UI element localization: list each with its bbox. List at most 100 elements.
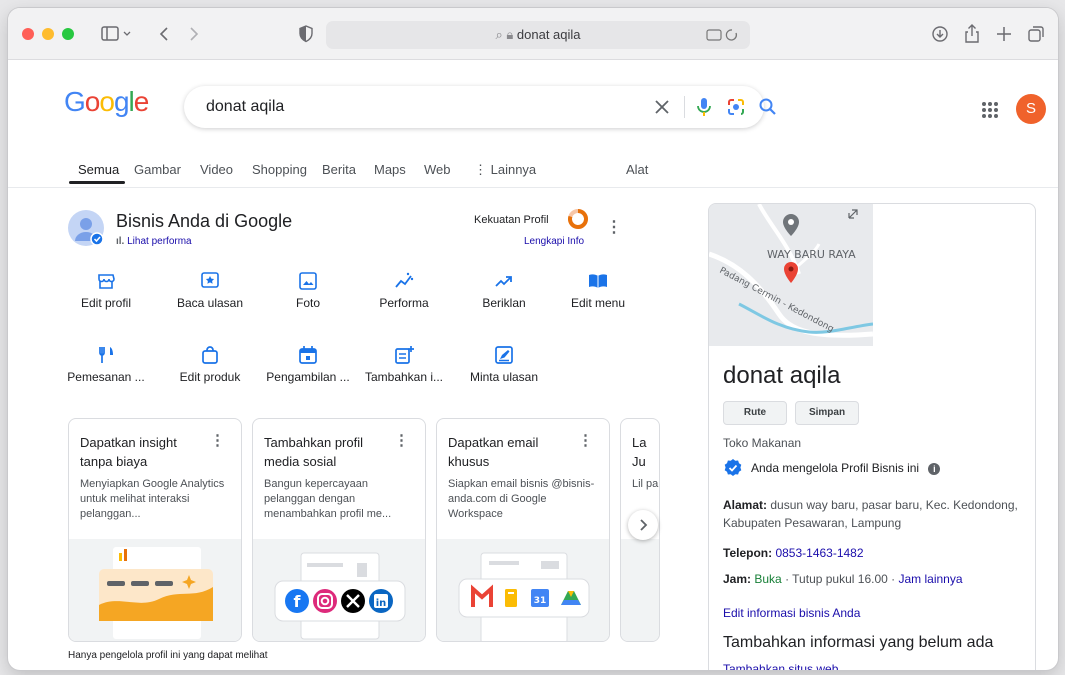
action-label: Pemesanan ... — [67, 370, 145, 384]
search-box[interactable]: donat aqila — [184, 86, 776, 128]
action-ask-reviews[interactable]: Minta ulasan — [458, 344, 550, 384]
search-input[interactable]: donat aqila — [206, 86, 284, 128]
active-tab-indicator — [69, 181, 125, 184]
lens-search-icon[interactable] — [724, 95, 748, 119]
clear-search-icon[interactable] — [650, 95, 674, 119]
tab-lainnya[interactable]: ⋮ Lainnya — [474, 162, 536, 178]
insight-card[interactable]: Dapatkan insight tanpa biaya ⋮ Menyiapka… — [68, 418, 242, 642]
add-website-link[interactable]: Tambahkan situs web — [723, 660, 1029, 670]
tab-berita[interactable]: Berita — [322, 162, 356, 177]
profile-avatar — [68, 210, 104, 246]
card-more-icon[interactable]: ⋮ — [578, 431, 593, 449]
action-performance[interactable]: Performa — [358, 270, 450, 310]
action-label: Performa — [379, 296, 429, 310]
action-label: Minta ulasan — [469, 370, 539, 384]
google-logo[interactable]: Google — [64, 86, 149, 118]
map-area-label: WAY BARU RAYA — [767, 248, 856, 261]
close-window-button[interactable] — [22, 28, 34, 40]
tab-overview-icon[interactable] — [1026, 22, 1046, 46]
restaurant-icon — [95, 344, 117, 366]
download-icon[interactable] — [930, 22, 950, 46]
action-label: Edit profil — [80, 296, 132, 310]
profile-more-icon[interactable]: ⋮ — [606, 220, 622, 236]
logo-letter: o — [84, 86, 101, 117]
card-description: Siapkan email bisnis @bisnis-anda.com di… — [448, 478, 595, 520]
svg-text:31: 31 — [534, 596, 547, 606]
hours-label: Jam: — [723, 572, 752, 586]
action-photos[interactable]: Foto — [262, 270, 354, 310]
card-title: Tambahkan profil media sosial — [264, 435, 363, 469]
view-performance-label: Lihat performa — [127, 236, 192, 247]
add-post-icon — [393, 344, 415, 366]
tab-maps[interactable]: Maps — [374, 162, 406, 177]
shopping-bag-icon — [199, 344, 221, 366]
info-icon[interactable]: i — [928, 463, 941, 475]
trend-icon — [493, 270, 515, 292]
search-icon[interactable] — [756, 95, 780, 119]
browser-toolbar: ⌕ 🔒︎ donat aqila — [8, 8, 1058, 60]
tab-alat[interactable]: Alat — [626, 162, 648, 177]
card-title: Dapatkan insight tanpa biaya — [80, 435, 177, 469]
action-pickup[interactable]: Pengambilan ... — [262, 344, 354, 384]
custom-email-card[interactable]: Dapatkan email khusus ⋮ Siapkan email bi… — [436, 418, 610, 642]
tab-shopping[interactable]: Shopping — [252, 162, 307, 177]
request-review-icon — [493, 344, 515, 366]
back-icon[interactable] — [154, 22, 174, 46]
action-edit-profile[interactable]: Edit profil — [60, 270, 152, 310]
action-edit-menu[interactable]: Edit menu — [552, 270, 644, 310]
forward-icon[interactable] — [184, 22, 204, 46]
social-profile-card[interactable]: Tambahkan profil media sosial ⋮ Bangun k… — [252, 418, 426, 642]
view-performance-link[interactable]: ıl. Lihat performa — [116, 236, 192, 247]
complete-info-link[interactable]: Lengkapi Info — [524, 236, 584, 247]
reload-icon[interactable] — [706, 21, 740, 49]
logo-letter: o — [99, 86, 115, 117]
menu-book-icon — [587, 270, 609, 292]
visibility-note: Hanya pengelola profil ini yang dapat me… — [68, 650, 268, 661]
more-hours-link[interactable]: Jam lainnya — [898, 572, 962, 586]
phone-link[interactable]: 0853-1463-1482 — [775, 546, 863, 560]
social-media-illustration: f in — [253, 539, 425, 641]
action-edit-products[interactable]: Edit produk — [164, 344, 256, 384]
card-description: Lil pa — [632, 478, 659, 490]
action-advertise[interactable]: Beriklan — [458, 270, 550, 310]
action-label: Beriklan — [482, 296, 526, 310]
logo-letter: g — [113, 86, 130, 117]
new-tab-icon[interactable] — [994, 22, 1014, 46]
tab-semua[interactable]: Semua — [78, 162, 119, 177]
card-more-icon[interactable]: ⋮ — [394, 431, 409, 449]
share-icon[interactable] — [962, 22, 982, 46]
google-apps-icon[interactable] — [978, 98, 1002, 122]
action-label: Foto — [295, 296, 320, 310]
route-button[interactable]: Rute — [723, 401, 787, 425]
tab-web[interactable]: Web — [424, 162, 451, 177]
save-button[interactable]: Simpan — [795, 401, 859, 425]
phone-row: Telepon: 0853-1463-1482 — [723, 544, 1029, 562]
profile-strength-ring-icon — [566, 207, 590, 231]
action-read-reviews[interactable]: Baca ulasan — [164, 270, 256, 310]
card-more-icon[interactable]: ⋮ — [210, 431, 225, 449]
svg-text:f: f — [294, 592, 302, 611]
tab-gambar[interactable]: Gambar — [134, 162, 181, 177]
workspace-illustration: 31 — [437, 539, 609, 641]
sidebar-toggle-icon[interactable] — [100, 22, 134, 46]
address-value: dusun way baru, pasar baru, Kec. Kedondo… — [723, 498, 1018, 530]
carousel-next-button[interactable] — [628, 510, 658, 540]
edit-info-link[interactable]: Edit informasi bisnis Anda — [723, 604, 1029, 622]
address-row: Alamat: dusun way baru, pasar baru, Kec.… — [723, 496, 1029, 532]
browser-window: ⌕ 🔒︎ donat aqila Google donat aqila S Se… — [8, 8, 1058, 670]
privacy-shield-icon[interactable] — [296, 22, 316, 46]
address-bar[interactable]: ⌕ 🔒︎ donat aqila — [326, 21, 750, 49]
voice-search-icon[interactable] — [692, 95, 716, 119]
action-reservations[interactable]: Pemesanan ... — [60, 344, 152, 384]
tab-video[interactable]: Video — [200, 162, 233, 177]
calendar-icon — [297, 344, 319, 366]
action-add-update[interactable]: Tambahkan i... — [358, 344, 450, 384]
phone-label: Telepon: — [723, 546, 773, 560]
account-avatar[interactable]: S — [1016, 94, 1046, 124]
verified-icon — [723, 458, 743, 478]
minimize-window-button[interactable] — [42, 28, 54, 40]
photo-icon — [297, 270, 319, 292]
card-description: Menyiapkan Google Analytics untuk meliha… — [80, 478, 225, 520]
zoom-window-button[interactable] — [62, 28, 74, 40]
location-map[interactable]: WAY BARU RAYA Padang Cermin - Kedondong — [709, 204, 873, 346]
